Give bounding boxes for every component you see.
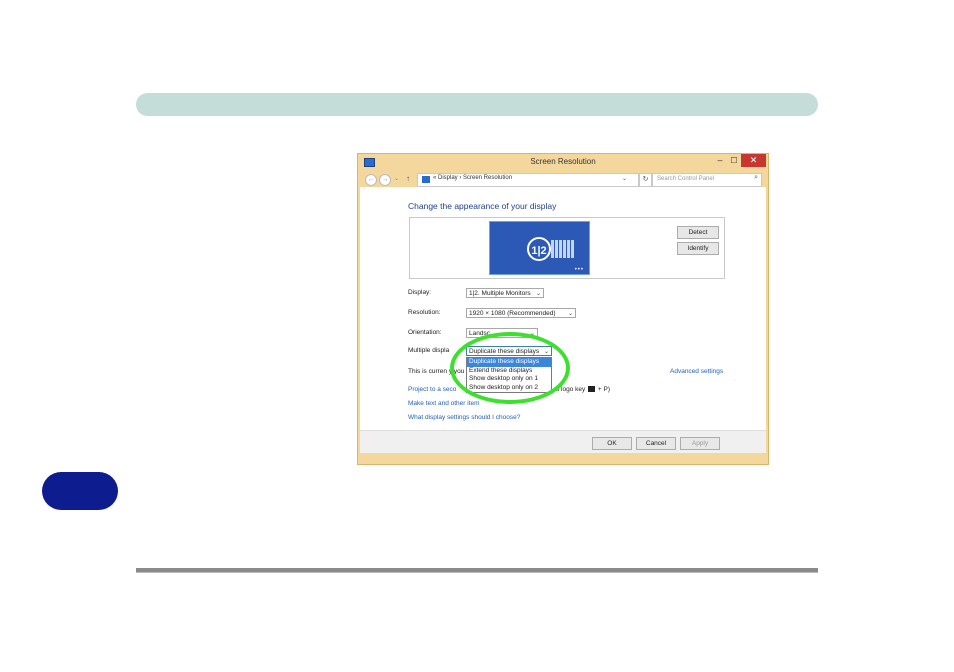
dropdown-option-only-1[interactable]: Show desktop only on 1: [467, 375, 551, 384]
dialog-footer: OK Cancel Apply: [360, 430, 766, 453]
cancel-button[interactable]: Cancel: [636, 437, 676, 450]
search-placeholder: Search Control Panel: [657, 176, 715, 182]
apply-button[interactable]: Apply: [680, 437, 720, 450]
multiple-displays-label: Multiple displa: [408, 347, 450, 354]
screen-resolution-window: Screen Resolution – ☐ ✕ ← → ⌄ ↑ « Displa…: [357, 153, 769, 465]
chevron-down-icon: ⌄: [567, 311, 573, 317]
dropdown-option-only-2[interactable]: Show desktop only on 2: [467, 384, 551, 393]
resolution-value: 1920 × 1080 (Recommended): [469, 310, 556, 317]
breadcrumb[interactable]: « Display › Screen Resolution: [433, 175, 512, 181]
text-size-link[interactable]: Make text and other item: [408, 400, 480, 407]
dropdown-option-extend[interactable]: Extend these displays: [467, 367, 551, 376]
page-title: Change the appearance of your display: [408, 201, 557, 211]
identify-button[interactable]: Identify: [677, 242, 719, 255]
project-shortcut-label: s logo key: [556, 386, 586, 393]
resolution-label: Resolution:: [408, 309, 441, 316]
chevron-down-icon: ⌄: [529, 331, 535, 337]
detect-button[interactable]: Detect: [677, 226, 719, 239]
back-button[interactable]: ←: [365, 174, 377, 186]
display-label: Display:: [408, 289, 432, 296]
monitor-tile[interactable]: 1|2 •••: [489, 221, 590, 275]
display-value: 1|2. Multiple Monitors: [469, 290, 531, 297]
advanced-settings-link[interactable]: Advanced settings: [670, 368, 723, 375]
navigation-bar: ← → ⌄ ↑ « Display › Screen Resolution ⌄ …: [360, 172, 766, 188]
project-shortcut-text: s logo key + P): [556, 386, 610, 393]
monitor-grid-icon: [551, 240, 575, 258]
search-icon[interactable]: ⌕: [754, 174, 758, 182]
orientation-select[interactable]: Landsc ⌄: [466, 328, 538, 338]
resolution-select[interactable]: 1920 × 1080 (Recommended) ⌄: [466, 308, 576, 318]
orientation-value: Landsc: [469, 330, 490, 337]
chapter-tab: [42, 472, 118, 510]
footer-rule-thin: [136, 572, 818, 573]
monitor-number: 1|2: [527, 237, 551, 261]
close-button[interactable]: ✕: [741, 154, 766, 167]
address-dropdown-icon[interactable]: ⌄: [622, 175, 627, 182]
windows-logo-icon: [588, 386, 596, 393]
chevron-down-icon: ⌄: [535, 291, 541, 297]
main-content: Change the appearance of your display 1|…: [360, 187, 766, 430]
maximize-button[interactable]: ☐: [727, 155, 741, 167]
address-bar[interactable]: « Display › Screen Resolution ⌄: [417, 173, 639, 187]
refresh-button[interactable]: ↻: [639, 173, 652, 187]
display-preview: 1|2 ••• Detect Identify: [409, 217, 725, 279]
display-select[interactable]: 1|2. Multiple Monitors ⌄: [466, 288, 544, 298]
forward-button[interactable]: →: [379, 174, 391, 186]
orientation-label: Orientation:: [408, 329, 442, 336]
recent-locations-icon[interactable]: ⌄: [394, 175, 399, 182]
multiple-displays-select[interactable]: Duplicate these displays ⌄: [466, 346, 552, 356]
up-button[interactable]: ↑: [406, 174, 410, 183]
chevron-down-icon: ⌄: [543, 349, 549, 355]
page-header-bar: [136, 93, 818, 116]
ok-button[interactable]: OK: [592, 437, 632, 450]
minimize-button[interactable]: –: [713, 155, 727, 167]
display-folder-icon: [422, 176, 430, 183]
multiple-displays-dropdown: Duplicate these displays Extend these di…: [466, 357, 552, 393]
title-bar: Screen Resolution – ☐ ✕: [358, 154, 768, 170]
monitor-dots-icon: •••: [574, 267, 584, 273]
status-text: This is curren y you: [408, 368, 465, 375]
search-input[interactable]: Search Control Panel ⌕: [652, 173, 762, 187]
dropdown-option-duplicate[interactable]: Duplicate these displays: [467, 358, 551, 367]
window-title: Screen Resolution: [530, 157, 596, 166]
help-link[interactable]: What display settings should I choose?: [408, 414, 520, 421]
multiple-displays-value: Duplicate these displays: [469, 348, 540, 355]
project-link[interactable]: Project to a seco: [408, 386, 456, 393]
project-shortcut-end: + P): [597, 386, 611, 393]
